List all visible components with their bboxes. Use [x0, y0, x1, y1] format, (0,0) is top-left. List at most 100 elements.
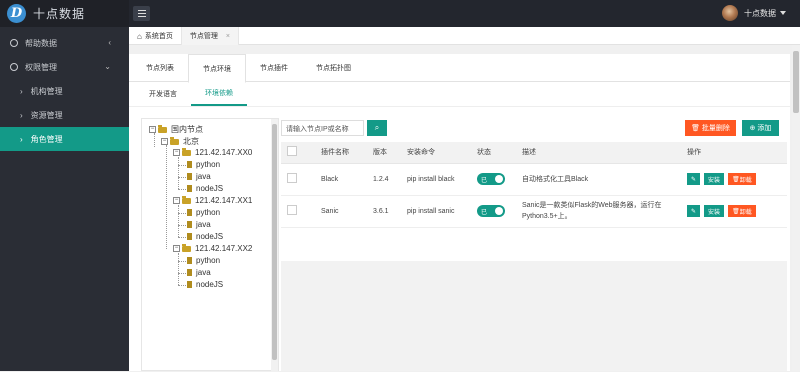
tab-node-list[interactable]: 节点列表: [132, 54, 188, 81]
collapse-icon[interactable]: −: [161, 138, 168, 145]
search-icon: ⌕: [374, 123, 380, 132]
tree-node-region[interactable]: − 北京: [161, 136, 199, 147]
cell-version: 1.2.4: [367, 163, 401, 196]
tree-leaf-label: nodeJS: [196, 232, 224, 241]
sidebar-subitem-resource[interactable]: › 资源管理: [0, 103, 129, 127]
page-tabs: ⌂ 系统首页 节点管理 ×: [129, 27, 800, 45]
tree-leaf[interactable]: java: [187, 172, 211, 181]
page-scrollbar[interactable]: [792, 45, 800, 371]
tree-node-root[interactable]: − 国内节点: [149, 124, 203, 135]
edit-icon[interactable]: ✎: [687, 173, 700, 185]
cell-name: Sanic: [315, 195, 367, 228]
tree-scroll-thumb[interactable]: [272, 124, 277, 360]
tree-leaf[interactable]: nodeJS: [187, 184, 223, 193]
sidebar-subitem-org[interactable]: › 机构管理: [0, 79, 129, 103]
cell-cmd: pip install sanic: [401, 195, 471, 228]
chevron-right-icon: ›: [20, 110, 23, 120]
avatar: [722, 5, 738, 21]
sidebar-subitem-label: 机构管理: [30, 86, 63, 96]
close-icon[interactable]: ×: [226, 33, 230, 40]
tree-leaf[interactable]: nodeJS: [187, 232, 223, 241]
tree-scrollbar[interactable]: [271, 119, 278, 372]
sidebar-subitem-role[interactable]: › 角色管理: [0, 127, 129, 151]
button-label: 卸载: [739, 177, 752, 184]
folder-open-icon: [170, 136, 179, 145]
select-all-checkbox[interactable]: [287, 146, 297, 157]
user-menu[interactable]: 十点数据: [722, 5, 786, 21]
tab-home[interactable]: ⌂ 系统首页: [129, 27, 182, 45]
sidebar-item-help[interactable]: 帮助数据 ‹: [0, 31, 129, 55]
tree-leaf-label: nodeJS: [196, 184, 224, 193]
tree-node-label: 121.42.147.XX1: [195, 196, 253, 205]
tab-node-plugins[interactable]: 节点插件: [246, 54, 302, 81]
tab-node-management[interactable]: 节点管理 ×: [181, 27, 239, 45]
chevron-right-icon: ›: [20, 134, 23, 144]
tab-node-env[interactable]: 节点环境: [188, 54, 246, 83]
status-toggle[interactable]: 已: [477, 173, 505, 185]
collapse-icon[interactable]: −: [149, 126, 156, 133]
subtab-dependencies[interactable]: 环境依赖: [191, 82, 247, 106]
gear-icon: [10, 63, 18, 71]
tree-leaf-label: python: [196, 256, 221, 265]
cell-desc: 自动格式化工具Black: [516, 163, 681, 196]
file-icon: [187, 281, 192, 288]
file-icon: [187, 185, 192, 192]
tree-leaf[interactable]: nodeJS: [187, 280, 223, 289]
sidebar-item-permissions[interactable]: 权限管理 ⌄: [0, 55, 129, 79]
install-button[interactable]: 安装: [704, 173, 724, 185]
tab-label: 系统首页: [144, 33, 173, 40]
cell-cmd: pip install black: [401, 163, 471, 196]
search-button[interactable]: ⌕: [367, 120, 387, 136]
add-button[interactable]: ⊕ 添加: [742, 120, 779, 136]
button-label: 批量删除: [701, 125, 730, 132]
tree-node-host[interactable]: − 121.42.147.XX1: [173, 195, 253, 205]
uninstall-button[interactable]: 🗑 卸载: [728, 205, 756, 217]
button-label: 添加: [757, 125, 772, 132]
logo: D 十点数据: [0, 0, 129, 27]
edit-icon[interactable]: ✎: [687, 205, 700, 217]
collapse-icon[interactable]: −: [173, 245, 180, 252]
sub-tabs: 开发语言 环境依赖: [129, 82, 790, 107]
col-header: 插件名称: [315, 142, 367, 164]
collapse-icon[interactable]: −: [173, 149, 180, 156]
row-checkbox[interactable]: [287, 205, 297, 215]
batch-delete-button[interactable]: 🗑 批量删除: [685, 120, 736, 136]
page-scroll-thumb[interactable]: [793, 51, 799, 113]
table-row: Sanic 3.6.1 pip install sanic 已 Sanic是一款…: [281, 195, 787, 228]
tree-leaf[interactable]: python: [187, 208, 220, 217]
tree-leaf[interactable]: python: [187, 160, 220, 169]
search-input[interactable]: 请输入节点IP或名称: [281, 120, 364, 136]
file-icon: [187, 209, 192, 216]
node-tree: − 国内节点 − 北京 − 121.42.147.XX0 python java…: [141, 118, 279, 372]
folder-open-icon: [182, 195, 191, 204]
tree-node-host[interactable]: − 121.42.147.XX2: [173, 243, 253, 253]
tab-node-topology[interactable]: 节点拓扑图: [302, 54, 365, 81]
gear-icon: [10, 39, 18, 47]
plugin-table: 插件名称 版本 安装命令 状态 描述 操作 Black 1.2.4 pip in…: [281, 142, 787, 228]
chevron-down-icon: ⌄: [104, 62, 111, 71]
tree-leaf-label: python: [196, 160, 221, 169]
status-toggle[interactable]: 已: [477, 205, 505, 217]
tree-leaf[interactable]: java: [187, 220, 211, 229]
install-button[interactable]: 安装: [704, 205, 724, 217]
file-icon: [187, 233, 192, 240]
toggle-label: 已: [481, 177, 488, 184]
col-header: 状态: [471, 142, 516, 164]
logo-mark: D: [7, 4, 26, 23]
subtab-language[interactable]: 开发语言: [135, 82, 191, 106]
uninstall-button[interactable]: 🗑 卸载: [728, 173, 756, 185]
row-checkbox[interactable]: [287, 173, 297, 183]
tree-leaf[interactable]: java: [187, 268, 211, 277]
col-header: 安装命令: [401, 142, 471, 164]
menu-toggle-icon[interactable]: [133, 6, 150, 21]
tree-leaf-label: java: [196, 268, 211, 277]
tree-node-label: 121.42.147.XX2: [195, 244, 253, 253]
top-bar: D 十点数据 十点数据: [0, 0, 800, 27]
tree-leaf[interactable]: python: [187, 256, 220, 265]
caret-down-icon: [780, 11, 786, 15]
collapse-icon[interactable]: −: [173, 197, 180, 204]
home-icon: ⌂: [137, 31, 142, 41]
cell-desc: Sanic是一款类似Flask的Web服务器，运行在Python3.5+上。: [516, 195, 681, 228]
tree-node-host[interactable]: − 121.42.147.XX0: [173, 147, 252, 157]
main-content: 节点列表 节点环境 节点插件 节点拓扑图 开发语言 环境依赖 − 国内节点 − …: [129, 45, 800, 372]
